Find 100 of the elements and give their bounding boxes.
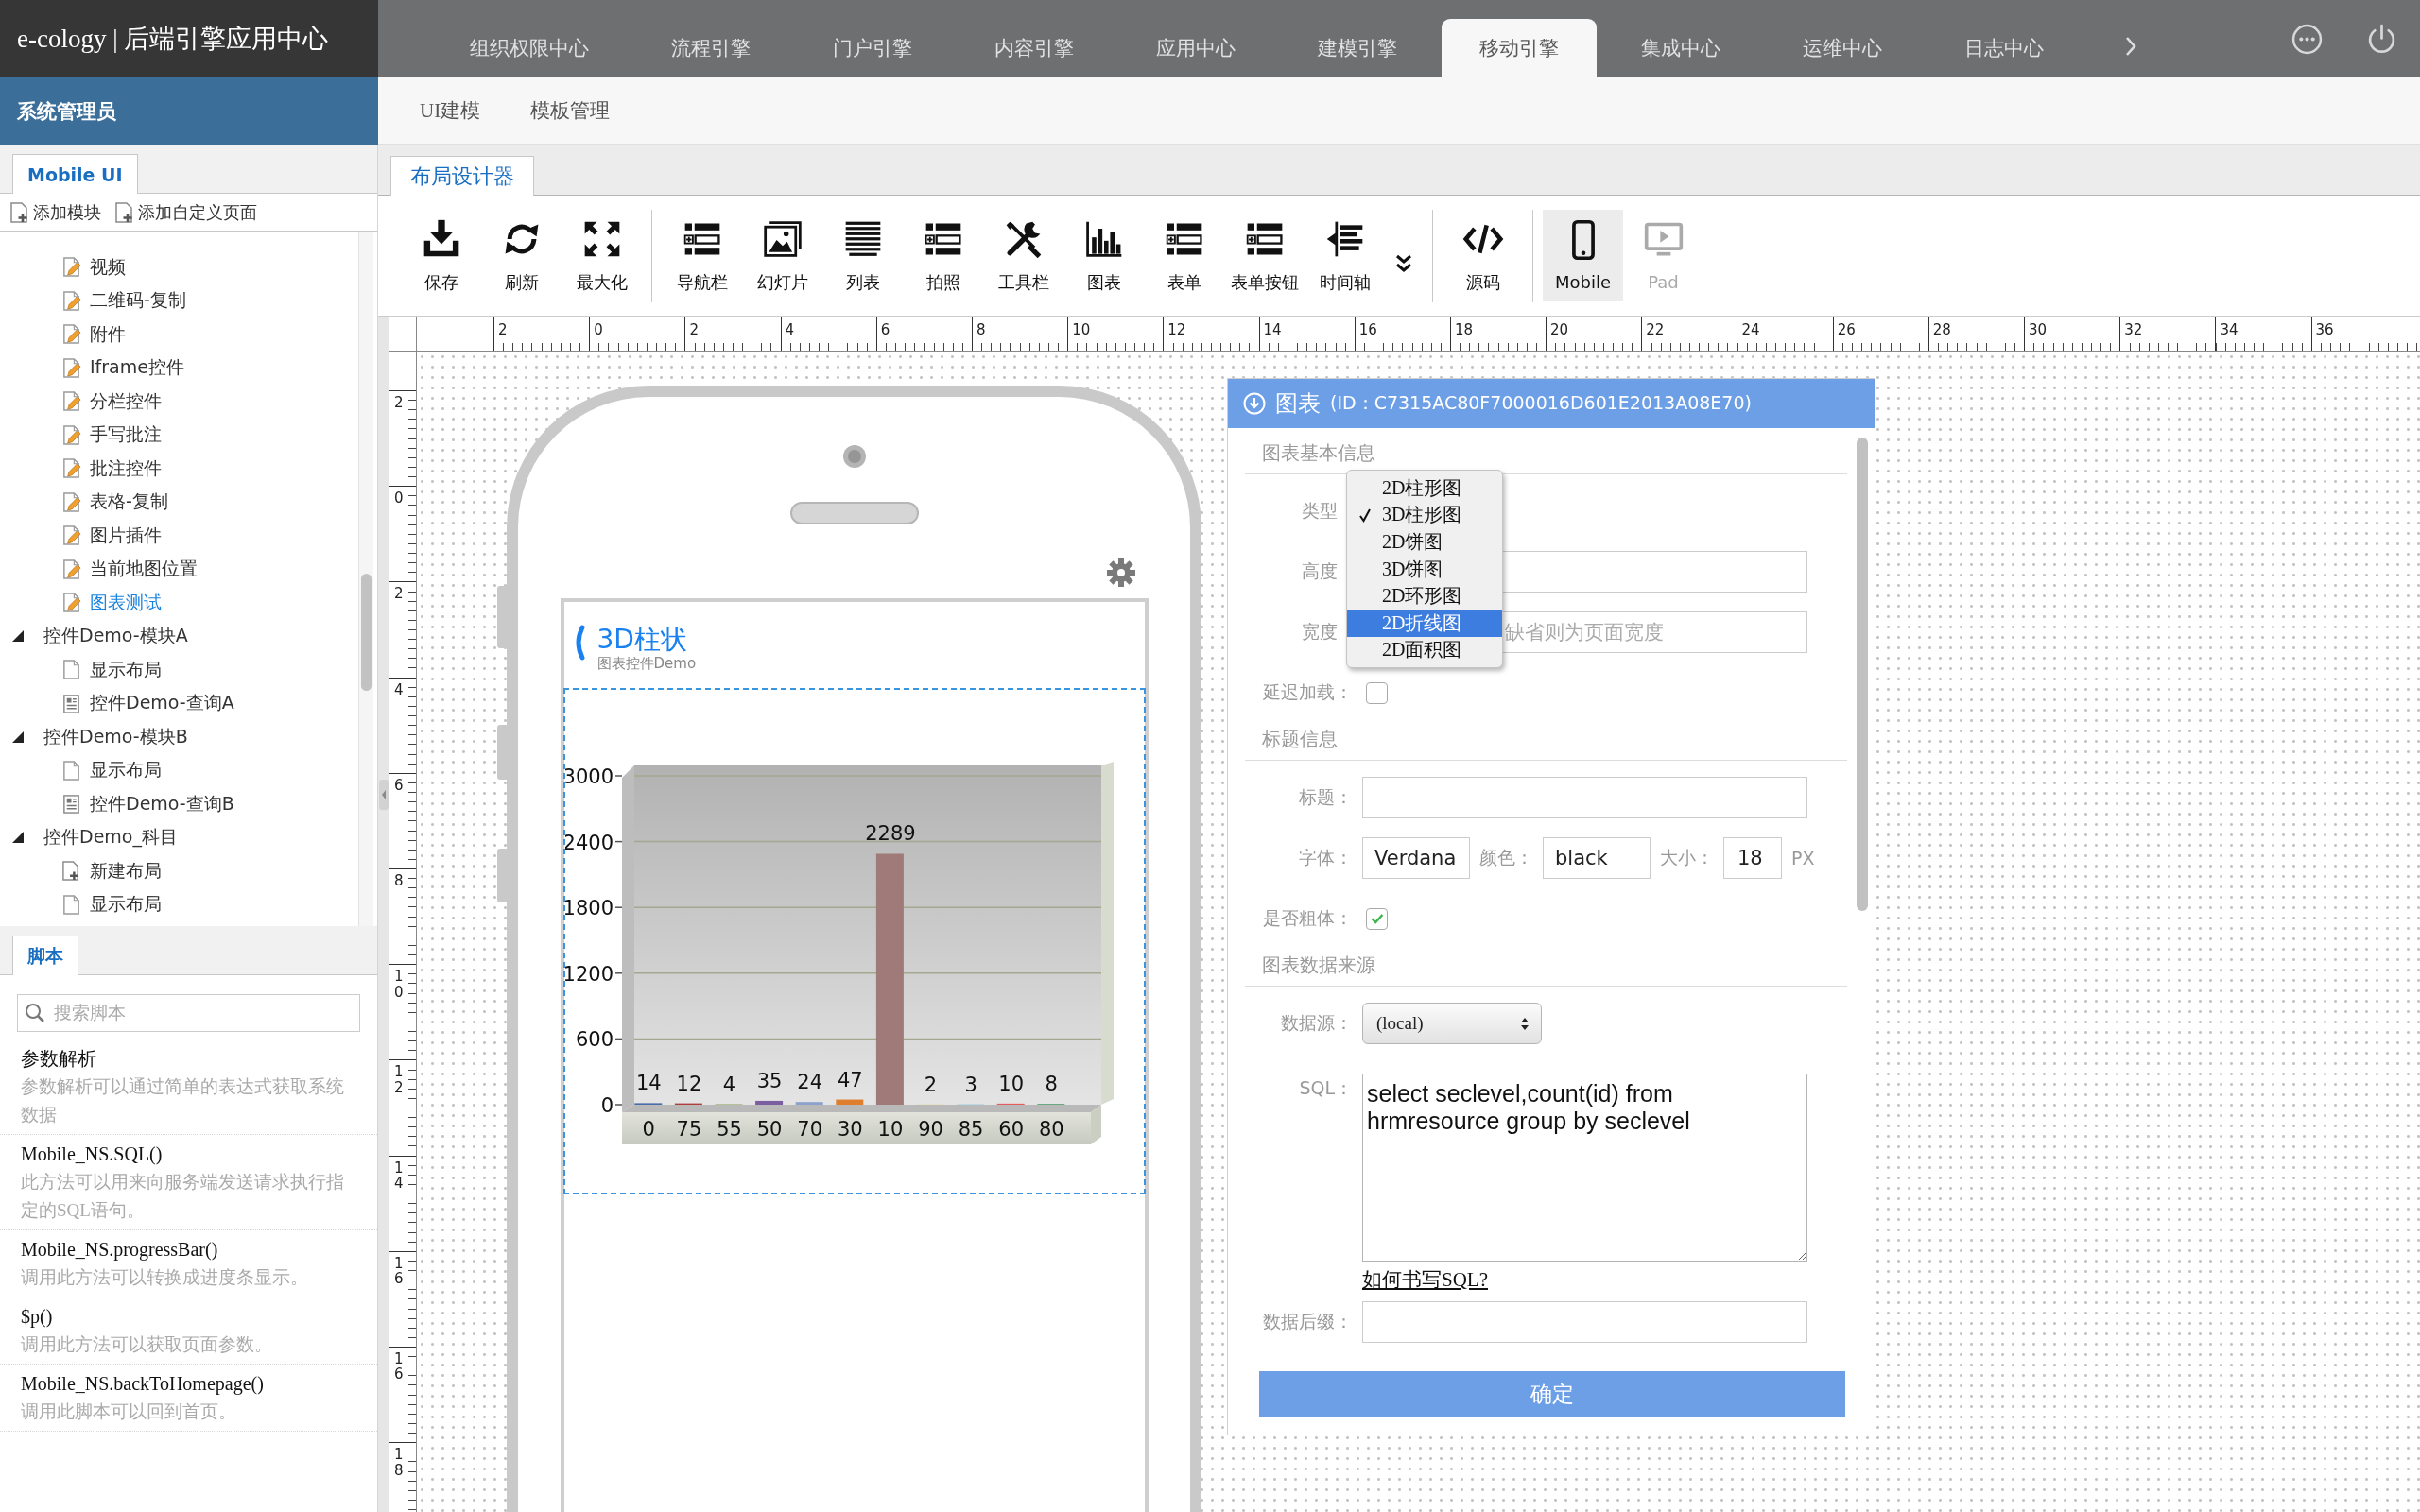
- toolbar-button[interactable]: 时间轴: [1305, 210, 1385, 301]
- panel-tab[interactable]: Mobile UI: [12, 154, 138, 194]
- tree-item[interactable]: 控件Demo_科目: [12, 820, 178, 854]
- tree-item[interactable]: 图片插件: [61, 519, 162, 553]
- page-pencil-icon: [61, 356, 81, 379]
- tree-item[interactable]: 控件Demo-模块A: [12, 619, 188, 653]
- tree-item[interactable]: 图表测试: [61, 586, 162, 620]
- tree-item[interactable]: 显示布局: [61, 887, 162, 921]
- menu-item[interactable]: 2D折线图: [1347, 609, 1502, 637]
- input-field[interactable]: Verdana: [1362, 837, 1470, 879]
- menu-item[interactable]: 2D环形图: [1347, 582, 1502, 610]
- toolbar-button[interactable]: Mobile: [1543, 210, 1623, 301]
- triangle-icon[interactable]: [12, 832, 24, 844]
- tree-item[interactable]: 二维码-复制: [61, 284, 186, 318]
- menu-item[interactable]: 3D柱形图: [1347, 501, 1502, 529]
- nav-tab[interactable]: 应用中心: [1118, 19, 1273, 77]
- toolbar-button[interactable]: 幻灯片: [742, 210, 822, 301]
- y-tick-label: 0: [600, 1094, 614, 1117]
- tree-item[interactable]: 控件Demo-查询B: [61, 787, 234, 821]
- tree-item[interactable]: 当前地图位置: [61, 552, 198, 586]
- tree-item[interactable]: 视频: [61, 250, 126, 284]
- tree-item[interactable]: 表格-复制: [61, 485, 168, 519]
- scrollbar-thumb[interactable]: [361, 574, 372, 691]
- toolbar-button[interactable]: 刷新: [481, 210, 562, 301]
- data-label: 3: [963, 1073, 977, 1096]
- script-title[interactable]: Mobile_NS.SQL(): [21, 1140, 163, 1168]
- menu-item[interactable]: 2D饼图: [1347, 528, 1502, 556]
- add-page-button[interactable]: 添加模块: [9, 200, 101, 224]
- text-area[interactable]: select seclevel,count(id) from hrmresource group by seclevel: [1362, 1074, 1807, 1262]
- toolbar-button[interactable]: 列表: [822, 210, 903, 301]
- toolbar-button[interactable]: 源码: [1443, 210, 1523, 301]
- y-tick-label: 3000: [564, 765, 614, 788]
- nav-tab[interactable]: 建模引擎: [1280, 19, 1435, 77]
- tree-item[interactable]: 手写批注: [61, 418, 162, 452]
- toolbar-button[interactable]: 表单按钮: [1224, 210, 1305, 301]
- toolbar-button[interactable]: 导航栏: [662, 210, 742, 301]
- ruler-number: 4: [394, 681, 405, 698]
- tree-item[interactable]: 批注控件: [61, 452, 162, 486]
- tree-item[interactable]: 分栏控件: [61, 385, 162, 419]
- checkbox[interactable]: [1366, 681, 1388, 704]
- nav-tab[interactable]: 运维中心: [1765, 19, 1920, 77]
- page-pencil-icon: [61, 256, 81, 279]
- nav-tab[interactable]: 日志中心: [1927, 19, 2082, 77]
- ruler-number: 0: [594, 321, 603, 338]
- field-label: 是否粗体：: [1263, 907, 1353, 928]
- y-tick-label: 2400: [564, 831, 614, 854]
- scrollbar-thumb[interactable]: [1857, 438, 1869, 911]
- tree-item[interactable]: Iframe控件: [61, 351, 184, 385]
- x-tick-label: 70: [796, 1118, 822, 1141]
- page-pencil-icon: [61, 457, 81, 480]
- dropdown-select[interactable]: (local): [1362, 1003, 1542, 1044]
- nav-tab[interactable]: 移动引擎: [1442, 19, 1597, 77]
- toolbar-button[interactable]: 图表: [1063, 210, 1144, 301]
- checkbox[interactable]: [1366, 907, 1388, 930]
- add-page-button[interactable]: 添加自定义页面: [114, 200, 257, 224]
- tree-item[interactable]: 显示布局: [61, 753, 162, 787]
- script-title[interactable]: Mobile_NS.progressBar(): [21, 1235, 218, 1263]
- triangle-icon[interactable]: [12, 730, 24, 743]
- input-field[interactable]: 18: [1723, 837, 1782, 879]
- toolbar-button[interactable]: 表单: [1144, 210, 1224, 301]
- subnav-link[interactable]: 模板管理: [530, 97, 611, 124]
- toolbar-button[interactable]: 工具栏: [983, 210, 1063, 301]
- script-title[interactable]: Mobile_NS.backToHomepage(): [21, 1369, 264, 1398]
- power-icon[interactable]: [2366, 23, 2397, 55]
- nav-tab[interactable]: 集成中心: [1603, 19, 1758, 77]
- tree-item[interactable]: 附件: [61, 318, 126, 352]
- tree-item[interactable]: 控件Demo-模块B: [12, 720, 188, 754]
- chevron-right-icon[interactable]: [2124, 36, 2137, 57]
- input-field[interactable]: black: [1543, 837, 1651, 879]
- collapse-handle-icon[interactable]: [379, 780, 389, 810]
- help-link[interactable]: 如何书写SQL?: [1362, 1267, 1488, 1292]
- page-pencil-icon: [61, 558, 81, 580]
- input-field[interactable]: [1362, 777, 1807, 818]
- script-title[interactable]: 参数解析: [21, 1044, 96, 1073]
- nav-tab[interactable]: 门户引擎: [795, 19, 950, 77]
- script-title[interactable]: $p(): [21, 1302, 53, 1331]
- tree-item[interactable]: 新建布局: [61, 854, 162, 888]
- input-field[interactable]: [1362, 1301, 1807, 1343]
- bar: [835, 1099, 863, 1105]
- toolbar-button[interactable]: 保存: [401, 210, 481, 301]
- menu-item[interactable]: 3D饼图: [1347, 555, 1502, 583]
- selected-component-frame[interactable]: 0 600 1200 1800 2400 3000 14 12 4 35 24 47 2289 2 3 10 8 0 75 55 50 70 30 10 90 85 60 80: [562, 688, 1146, 1194]
- triangle-icon[interactable]: [12, 630, 24, 643]
- gear-icon[interactable]: [1105, 558, 1136, 588]
- panel-tab[interactable]: 脚本: [12, 936, 78, 975]
- page-pencil-icon: [61, 524, 81, 547]
- nav-tab[interactable]: 流程引擎: [633, 19, 788, 77]
- panel-tab[interactable]: 布局设计器: [390, 156, 534, 196]
- menu-item[interactable]: 2D柱形图: [1347, 474, 1502, 502]
- toolbar-button[interactable]: 拍照: [903, 210, 983, 301]
- tree-item[interactable]: 显示布局: [61, 653, 162, 687]
- page-plus-icon: [9, 201, 28, 223]
- toolbar-button[interactable]: 最大化: [562, 210, 642, 301]
- tree-item[interactable]: 控件Demo-查询A: [61, 686, 234, 720]
- nav-tab[interactable]: 组织权限中心: [432, 19, 627, 77]
- search-field[interactable]: 搜索脚本: [17, 994, 360, 1032]
- nav-tab[interactable]: 内容引擎: [957, 19, 1112, 77]
- more-icon[interactable]: [2291, 23, 2323, 55]
- subnav-link[interactable]: UI建模: [420, 97, 481, 124]
- download-circle-icon[interactable]: [1243, 392, 1266, 415]
